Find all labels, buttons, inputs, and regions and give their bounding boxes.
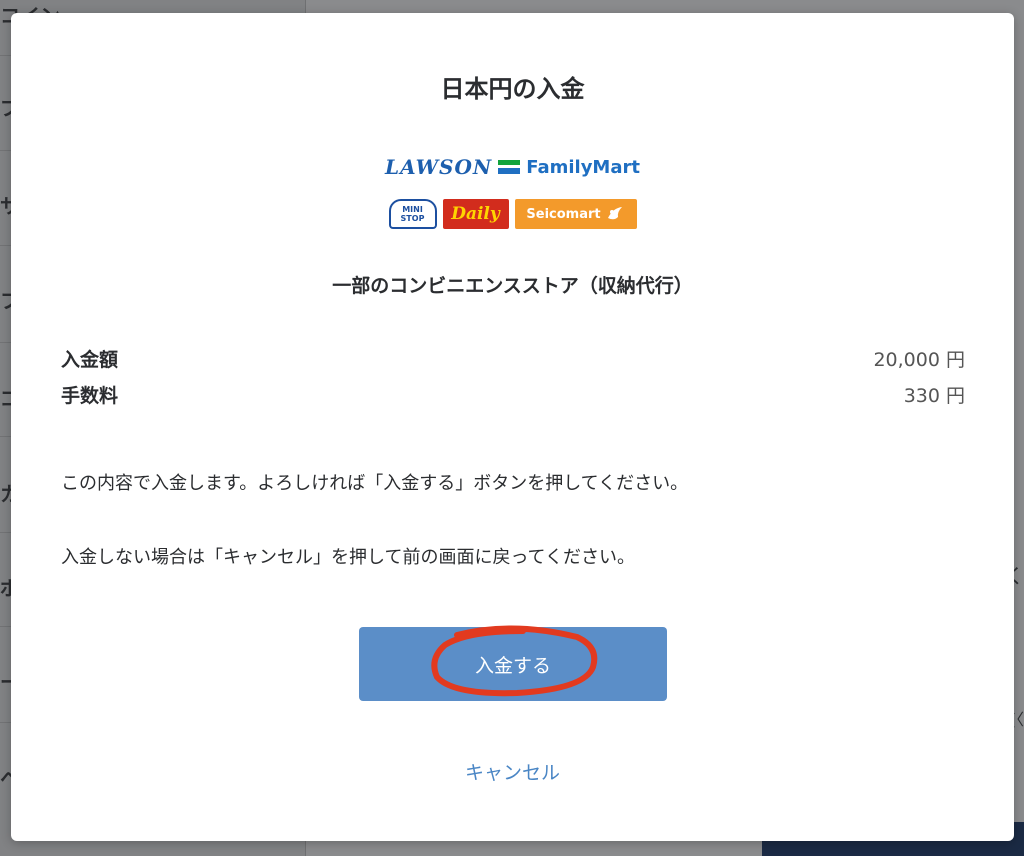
daily-logo-text: Daily [451,204,500,224]
modal-title: 日本円の入金 [440,75,585,103]
cancel-message: 入金しない場合は「キャンセル」を押して前の画面に戻ってください。 [61,547,636,568]
seicomart-logo-text: Seicomart [526,206,601,222]
ministop-logo: MINI STOP [388,199,437,229]
familymart-stripe-icon [498,160,521,174]
ministop-logo-text: MINI STOP [400,205,425,223]
deposit-modal: 日本円の入金 LAWSON FamilyMart MINI STOP Daily… [11,13,1014,841]
deposit-button[interactable]: 入金する [359,627,667,701]
cancel-link[interactable]: キャンセル [11,758,1014,785]
logo-row-bottom: MINI STOP Daily Seicomart [11,199,1014,229]
amount-label: 入金額 [61,348,119,371]
logo-row-top: LAWSON FamilyMart [11,155,1014,179]
amount-value: 20,000 円 [873,348,965,371]
daily-logo: Daily [442,199,509,229]
confirm-message: この内容で入金します。よろしければ「入金する」ボタンを押してください。 [61,473,689,494]
summary-row-fee: 手数料 330 円 [61,376,965,412]
fee-label: 手数料 [61,384,119,407]
seicomart-logo: Seicomart [514,199,637,229]
lawson-logo: LAWSON [385,155,493,179]
familymart-logo: FamilyMart [526,156,640,178]
seicomart-bird-icon [607,207,622,220]
summary-row-amount: 入金額 20,000 円 [61,340,965,376]
fee-value: 330 円 [903,384,965,407]
deposit-summary: 入金額 20,000 円 手数料 330 円 [61,340,965,412]
store-description: 一部のコンビニエンスストア（収納代行） [332,275,693,297]
